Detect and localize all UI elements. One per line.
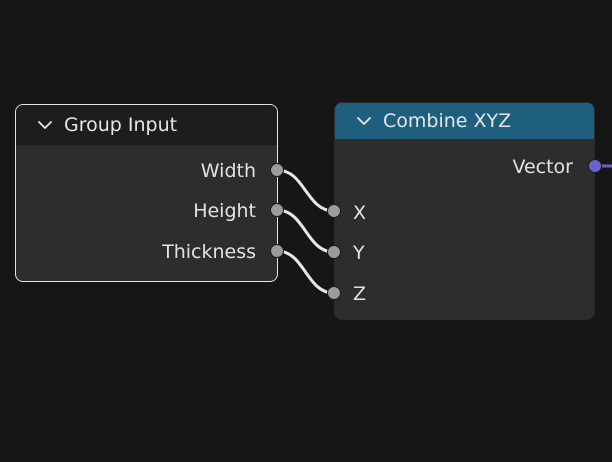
output-label-thickness: Thickness bbox=[162, 241, 256, 263]
combine-xyz-node[interactable]: Combine XYZ Vector X Y Z bbox=[334, 102, 595, 320]
link-thickness-to-z bbox=[276, 249, 335, 295]
chevron-down-icon[interactable] bbox=[355, 112, 373, 130]
group-input-header[interactable]: Group Input bbox=[16, 105, 277, 145]
socket-output-height[interactable] bbox=[270, 203, 284, 217]
socket-output-thickness[interactable] bbox=[270, 244, 284, 258]
combine-xyz-title: Combine XYZ bbox=[383, 110, 512, 132]
output-label-width: Width bbox=[200, 160, 256, 182]
output-label-height: Height bbox=[193, 200, 256, 222]
socket-input-y[interactable] bbox=[327, 245, 341, 259]
input-label-z: Z bbox=[353, 283, 367, 305]
link-width-to-x bbox=[276, 168, 335, 213]
socket-output-width[interactable] bbox=[270, 163, 284, 177]
socket-input-z[interactable] bbox=[327, 286, 341, 300]
node-editor-canvas[interactable]: Group Input Width Height Thickness Combi… bbox=[0, 0, 612, 462]
group-input-node[interactable]: Group Input Width Height Thickness bbox=[15, 104, 278, 282]
socket-input-x[interactable] bbox=[327, 204, 341, 218]
input-label-x: X bbox=[353, 202, 367, 224]
link-height-to-y bbox=[276, 208, 335, 254]
input-label-y: Y bbox=[353, 242, 365, 264]
output-label-vector: Vector bbox=[512, 156, 573, 178]
socket-output-vector[interactable] bbox=[588, 159, 602, 173]
combine-xyz-header[interactable]: Combine XYZ bbox=[335, 103, 594, 139]
group-input-title: Group Input bbox=[64, 114, 178, 136]
chevron-down-icon[interactable] bbox=[36, 116, 54, 134]
